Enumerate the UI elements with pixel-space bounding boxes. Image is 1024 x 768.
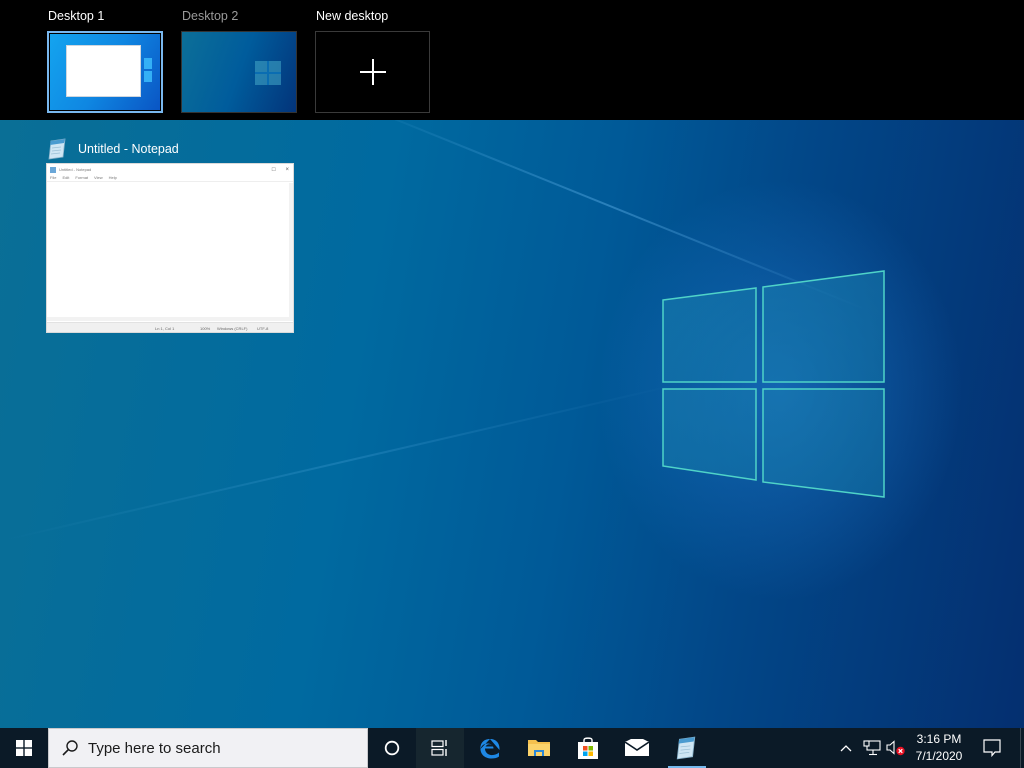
status-zoom: 100% xyxy=(200,326,211,331)
start-button[interactable] xyxy=(0,728,48,768)
edge-icon xyxy=(480,739,500,759)
search-placeholder: Type here to search xyxy=(88,739,221,757)
preview-vertical-scrollbar xyxy=(289,183,293,321)
file-explorer-button[interactable] xyxy=(515,728,563,768)
status-line-ending: Windows (CRLF) xyxy=(217,326,248,331)
show-desktop-button[interactable] xyxy=(1020,728,1024,768)
windows-logo-wallpaper xyxy=(662,270,885,498)
virtual-desktop-thumbnail[interactable] xyxy=(181,31,297,113)
preview-menubar: File Edit Format View Help xyxy=(47,175,293,182)
clock-time: 3:16 PM xyxy=(916,732,962,746)
notepad-taskbar-button[interactable] xyxy=(662,728,710,768)
clock-date: 7/1/2020 xyxy=(915,749,963,763)
store-button[interactable] xyxy=(564,728,612,768)
action-center-button[interactable] xyxy=(974,728,1010,768)
menu-view: View xyxy=(94,175,103,180)
taskbar: Type here to search 3:16 PM 7/1/2020 xyxy=(0,728,1024,768)
cortana-circle-icon xyxy=(384,740,400,756)
status-encoding: UTF-8 xyxy=(257,326,269,331)
volume-button[interactable] xyxy=(884,728,908,768)
window-card-title: Untitled - Notepad xyxy=(78,142,179,156)
new-desktop-label: New desktop xyxy=(316,9,389,23)
notepad-window-preview[interactable]: Untitled - Notepad □ × File Edit Format … xyxy=(46,163,294,333)
volume-muted-icon xyxy=(886,740,905,756)
clock[interactable]: 3:16 PM 7/1/2020 xyxy=(910,728,968,768)
virtual-desktop-label: Desktop 1 xyxy=(48,9,105,23)
screen: Desktop 1 Desktop 2 New desktop Untitled… xyxy=(0,0,1024,768)
windows-logo-mini xyxy=(255,61,281,85)
mail-button[interactable] xyxy=(613,728,661,768)
windows-logo-mini xyxy=(144,58,152,82)
notepad-icon xyxy=(676,736,696,760)
task-view-button[interactable] xyxy=(416,728,464,768)
window-card-notepad[interactable]: Untitled - Notepad Untitled - Notepad □ … xyxy=(46,138,294,333)
virtual-desktop-label: Desktop 2 xyxy=(182,9,239,23)
folder-icon xyxy=(528,740,550,756)
menu-edit: Edit xyxy=(62,175,70,180)
notepad-mini-preview xyxy=(66,45,141,97)
new-desktop-tile[interactable] xyxy=(315,31,430,113)
close-icon: × xyxy=(285,166,289,173)
preview-title: Untitled - Notepad xyxy=(59,167,92,172)
preview-text-area xyxy=(47,183,291,321)
store-bag-icon xyxy=(578,737,598,759)
notepad-icon xyxy=(50,166,56,173)
menu-format: Format xyxy=(75,175,89,180)
chevron-up-icon xyxy=(840,745,852,752)
search-icon xyxy=(62,740,78,756)
status-position: Ln 1, Col 1 xyxy=(155,326,175,331)
network-wired-icon xyxy=(863,740,881,756)
search-box[interactable]: Type here to search xyxy=(48,728,368,768)
plus-icon xyxy=(359,59,386,85)
windows-logo-icon xyxy=(16,740,32,756)
action-center-icon xyxy=(983,739,1001,757)
maximize-icon: □ xyxy=(271,166,276,173)
notepad-icon xyxy=(48,138,66,160)
preview-status-bar: Ln 1, Col 1 100% Windows (CRLF) UTF-8 xyxy=(47,322,293,332)
menu-help: Help xyxy=(108,175,117,180)
mail-envelope-icon xyxy=(625,739,649,756)
virtual-desktops-strip: Desktop 1 Desktop 2 New desktop xyxy=(0,0,1024,120)
preview-titlebar: Untitled - Notepad □ × xyxy=(47,164,293,175)
light-beam xyxy=(0,382,683,542)
cortana-button[interactable] xyxy=(368,728,416,768)
preview-horizontal-scrollbar xyxy=(47,317,291,321)
menu-file: File xyxy=(50,175,57,180)
virtual-desktop-thumbnail[interactable] xyxy=(47,31,163,113)
network-button[interactable] xyxy=(860,728,884,768)
show-hidden-icons-button[interactable] xyxy=(835,728,857,768)
task-view-icon xyxy=(431,740,447,756)
edge-button[interactable] xyxy=(466,728,514,768)
window-card-header: Untitled - Notepad xyxy=(46,138,294,160)
